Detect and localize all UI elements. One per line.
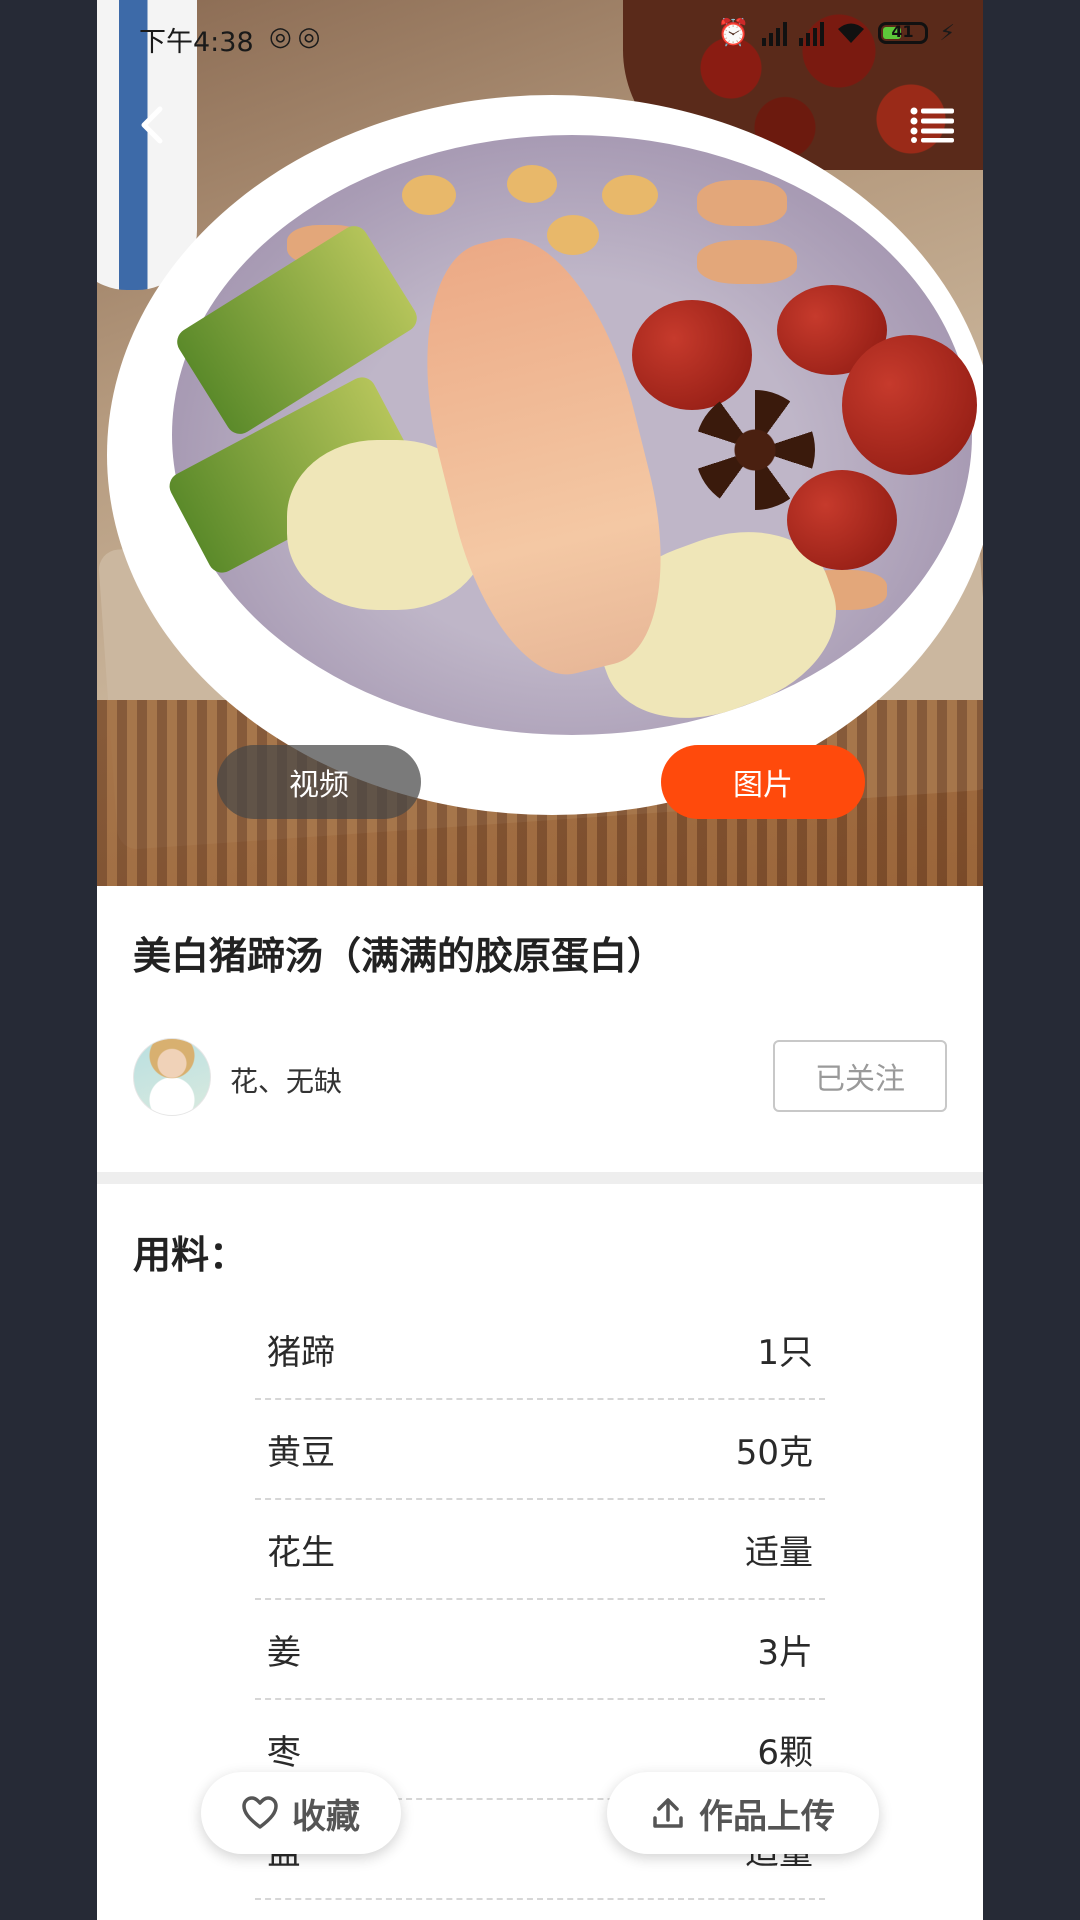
- ingredient-name: 黄豆: [267, 1432, 335, 1473]
- video-tab[interactable]: 视频: [217, 745, 421, 819]
- ingredient-row: 黄豆 50克: [255, 1400, 825, 1500]
- alarm-icon: ⏰: [717, 18, 750, 48]
- charging-icon: ⚡: [939, 20, 955, 46]
- menu-button[interactable]: [903, 100, 963, 150]
- wifi-icon: [837, 23, 864, 43]
- signal-icon: [761, 20, 787, 46]
- ingredient-amount: 6颗: [757, 1732, 813, 1773]
- image-tab[interactable]: 图片: [661, 745, 865, 819]
- recipe-screen: 下午4:38 ◎◎ ⏰ 41 ⚡ 视频 图片 美白猪蹄汤（满满的胶原蛋白） 花、…: [97, 0, 983, 1920]
- ingredient-amount: 1只: [757, 1332, 813, 1373]
- ingredient-name: 枣: [267, 1732, 301, 1773]
- section-divider: [97, 1172, 983, 1184]
- ingredient-name: 花生: [267, 1532, 335, 1573]
- battery-level: 41: [891, 22, 914, 41]
- chevron-left-icon: [141, 106, 163, 144]
- ingredient-amount: 适量: [745, 1532, 813, 1573]
- ingredient-name: 猪蹄: [267, 1332, 335, 1373]
- ingredient-row: 花生 适量: [255, 1500, 825, 1600]
- ingredients-heading: 用料：: [133, 1233, 248, 1277]
- author-row: 花、无缺 已关注: [133, 1038, 947, 1116]
- status-time: 下午4:38: [139, 27, 254, 58]
- follow-button[interactable]: 已关注: [773, 1040, 947, 1112]
- heart-icon: [242, 1796, 278, 1829]
- upload-icon: [653, 1798, 683, 1828]
- recipe-title: 美白猪蹄汤（满满的胶原蛋白）: [133, 934, 666, 978]
- notification-icons: ◎◎: [269, 22, 327, 52]
- collect-label: 收藏: [292, 1796, 360, 1837]
- author-name[interactable]: 花、无缺: [230, 1060, 342, 1100]
- list-menu-icon: [910, 107, 954, 143]
- battery-icon: 41: [877, 22, 928, 44]
- avatar[interactable]: [133, 1038, 211, 1116]
- collect-button[interactable]: 收藏: [201, 1772, 401, 1854]
- ingredient-row: 猪蹄 1只: [255, 1300, 825, 1400]
- status-bar: 下午4:38 ◎◎ ⏰ 41 ⚡: [97, 0, 983, 76]
- ingredient-name: 姜: [267, 1632, 301, 1673]
- upload-work-button[interactable]: 作品上传: [607, 1772, 879, 1854]
- ingredient-row: 姜 3片: [255, 1600, 825, 1700]
- back-button[interactable]: [127, 100, 177, 150]
- upload-label: 作品上传: [699, 1796, 835, 1837]
- ingredient-amount: 50克: [735, 1432, 813, 1473]
- signal-icon-2: [798, 20, 824, 46]
- ingredient-amount: 3片: [757, 1632, 813, 1673]
